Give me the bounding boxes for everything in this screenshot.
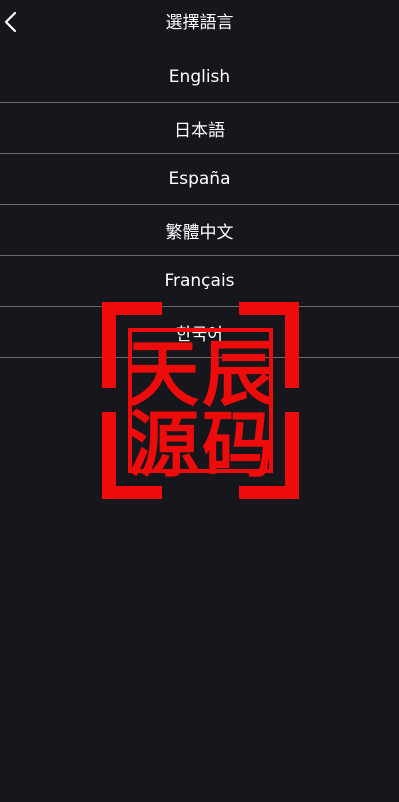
top-bar: 選擇語言 <box>0 0 399 46</box>
page-title: 選擇語言 <box>165 13 234 33</box>
svg-text:源: 源 <box>127 402 199 487</box>
watermark-seal: 天 辰 源 码 <box>102 302 299 499</box>
language-option-english[interactable]: English <box>0 52 399 103</box>
language-label: 日本語 <box>174 120 225 141</box>
language-option-french[interactable]: Français <box>0 256 399 307</box>
language-label: Français <box>164 271 235 291</box>
language-label: 繁體中文 <box>165 222 234 243</box>
language-option-traditional-chinese[interactable]: 繁體中文 <box>0 205 399 256</box>
language-label: España <box>168 169 231 189</box>
language-option-spanish[interactable]: España <box>0 154 399 205</box>
language-label: English <box>168 67 231 87</box>
svg-text:码: 码 <box>202 402 274 487</box>
language-option-japanese[interactable]: 日本語 <box>0 103 399 154</box>
